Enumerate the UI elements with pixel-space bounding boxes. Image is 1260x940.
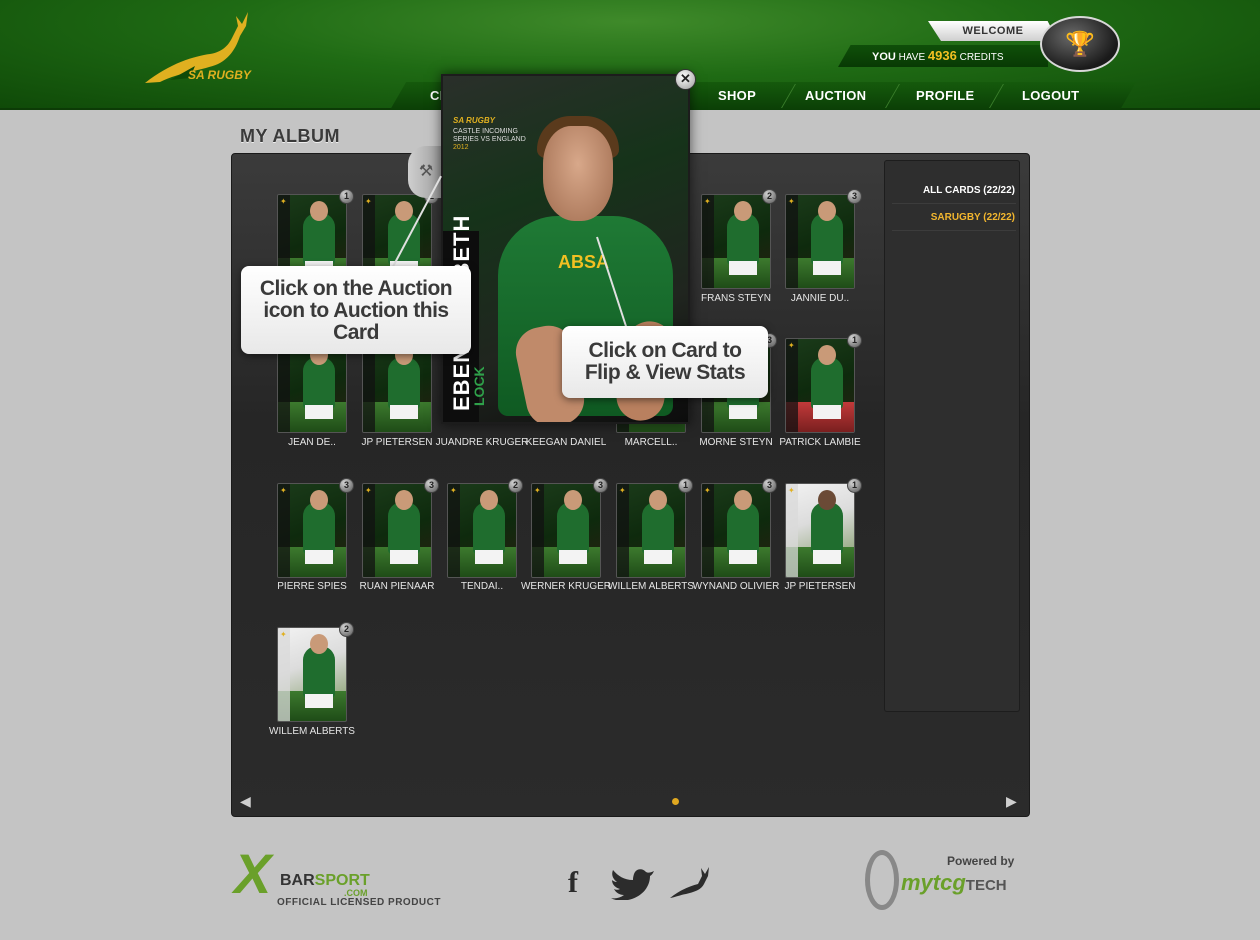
- card-count-badge: 2: [339, 622, 354, 637]
- card-name: WILLEM ALBERTS: [269, 726, 355, 737]
- album-card[interactable]: ✦: [531, 483, 601, 578]
- card-count-badge: 3: [424, 478, 439, 493]
- credits-prefix: HAVE: [898, 52, 926, 63]
- album-card[interactable]: ✦: [785, 483, 855, 578]
- album-card[interactable]: ✦: [447, 483, 517, 578]
- sidebar-item-all-cards[interactable]: ALL CARDS (22/22): [923, 185, 1015, 196]
- series-year: 2012: [453, 144, 469, 151]
- card-player-position: LOCK: [471, 366, 487, 406]
- series-line: CASTLE INCOMING: [453, 128, 518, 135]
- page-title: MY ALBUM: [240, 126, 340, 146]
- sidebar-item-sarugby[interactable]: SARUGBY (22/22): [931, 212, 1015, 223]
- mytcg-logo[interactable]: Powered by mytcgTECH: [865, 850, 1030, 912]
- card-series: CASTLE INCOMING SERIES VS ENGLAND 2012: [453, 128, 533, 152]
- trophy-icon[interactable]: 🏆: [1040, 16, 1120, 72]
- facebook-icon[interactable]: f: [568, 866, 578, 900]
- card-count-badge: 1: [339, 189, 354, 204]
- springbok-icon[interactable]: [668, 866, 712, 900]
- next-page-arrow-icon[interactable]: ▶: [1006, 793, 1017, 810]
- album-card[interactable]: ✦: [701, 483, 771, 578]
- auction-hammer-icon[interactable]: ⚒: [408, 146, 444, 198]
- prev-page-arrow-icon[interactable]: ◀: [240, 793, 251, 810]
- nav-logout[interactable]: LOGOUT: [1022, 88, 1079, 103]
- credits-value: 4936: [927, 48, 957, 63]
- album-card[interactable]: ✦: [277, 483, 347, 578]
- sidebar-divider: [892, 230, 1016, 231]
- credits-suffix: CREDITS: [959, 52, 1004, 63]
- xbar-x-glyph: X: [234, 842, 272, 905]
- nav-profile[interactable]: PROFILE: [916, 88, 974, 103]
- mytcg-wordmark: mytcgTECH: [901, 870, 1007, 896]
- player-face: [543, 126, 613, 221]
- xbarsport-logo[interactable]: X BARSPORT .COM OFFICIAL LICENSED PRODUC…: [234, 842, 440, 910]
- album-card[interactable]: ✦: [277, 627, 347, 722]
- album-card[interactable]: ✦: [785, 338, 855, 433]
- card-count-badge: 3: [762, 478, 777, 493]
- card-count-badge: 3: [593, 478, 608, 493]
- page-indicator-dot[interactable]: [672, 798, 679, 805]
- card-name: JANNIE DU..: [790, 293, 850, 304]
- album-card[interactable]: ✦: [701, 194, 771, 289]
- tooltip-auction: Click on the Auction icon to Auction thi…: [241, 266, 471, 354]
- card-count-badge: 1: [847, 333, 862, 348]
- card-name: PATRICK LAMBIE: [779, 437, 861, 448]
- card-count-badge: 3: [339, 478, 354, 493]
- credits-display: YOU HAVE 4936 CREDITS: [838, 45, 1048, 67]
- mytcg-ring-icon: [865, 850, 899, 910]
- card-count-badge: 2: [762, 189, 777, 204]
- logo-text: SA RUGBY: [188, 68, 251, 82]
- xbar-bar: BAR: [280, 872, 315, 889]
- welcome-label: WELCOME: [928, 21, 1058, 41]
- mytcg-name: mytcg: [901, 870, 966, 895]
- nav-shop[interactable]: SHOP: [718, 88, 756, 103]
- mytcg-tech: TECH: [965, 877, 1007, 894]
- card-count-badge: 3: [847, 189, 862, 204]
- series-line: SERIES VS ENGLAND: [453, 136, 526, 143]
- card-count-badge: 1: [678, 478, 693, 493]
- licensed-product-text: OFFICIAL LICENSED PRODUCT: [277, 897, 441, 908]
- card-count-badge: 2: [508, 478, 523, 493]
- close-icon[interactable]: ✕: [675, 69, 696, 90]
- tooltip-flip: Click on Card to Flip & View Stats: [562, 326, 768, 398]
- xbar-sport: SPORT: [314, 872, 370, 889]
- album-card[interactable]: ✦: [785, 194, 855, 289]
- twitter-icon[interactable]: [610, 866, 656, 900]
- album-card[interactable]: ✦: [616, 483, 686, 578]
- nav-auction[interactable]: AUCTION: [805, 88, 866, 103]
- card-name: JP PIETERSEN: [784, 581, 856, 592]
- album-sidebar: [884, 160, 1020, 712]
- sidebar-divider: [892, 203, 1016, 204]
- credits-prefix-bold: YOU: [872, 51, 896, 63]
- powered-by-text: Powered by: [947, 854, 1015, 868]
- card-count-badge: 1: [847, 478, 862, 493]
- card-brand: SA RUGBY: [453, 116, 495, 125]
- album-card[interactable]: ✦: [362, 483, 432, 578]
